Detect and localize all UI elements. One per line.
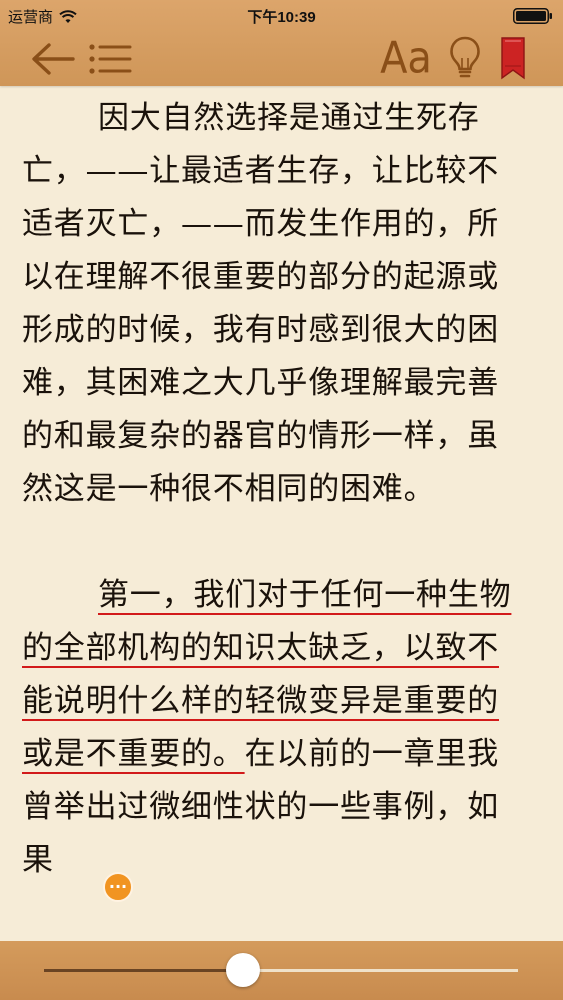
list-icon xyxy=(89,44,132,74)
paragraph-2: 第一，我们对于任何一种生物的全部机构的知识太缺乏，以致不能说明什么样的轻微变异是… xyxy=(22,569,522,887)
progress-slider-track[interactable] xyxy=(44,953,518,987)
table-of-contents-button[interactable] xyxy=(84,40,134,78)
font-settings-button[interactable]: Aa xyxy=(378,34,434,82)
back-button[interactable] xyxy=(28,38,76,80)
bookmark-icon xyxy=(501,37,525,80)
progress-slider-thumb[interactable] xyxy=(226,953,261,987)
status-time: 下午10:39 xyxy=(247,9,316,26)
brightness-button[interactable] xyxy=(446,34,484,82)
back-arrow-icon xyxy=(32,43,75,75)
battery-icon xyxy=(513,8,552,24)
font-size-label: Aa xyxy=(380,32,432,84)
top-toolbar: 运营商 下午10:39 Aa xyxy=(0,0,563,86)
lightbulb-icon xyxy=(450,36,480,78)
note-marker-button[interactable]: ··· xyxy=(103,872,133,902)
bookmark-button[interactable] xyxy=(496,34,530,82)
paragraph-1: 因大自然选择是通过生死存亡，——让最适者生存，让比较不适者灭亡，——而发生作用的… xyxy=(22,100,499,507)
bottom-toolbar xyxy=(0,941,563,1000)
status-bar: 运营商 下午10:39 xyxy=(0,0,563,30)
progress-slider-fill xyxy=(44,969,244,972)
reading-area[interactable]: 因大自然选择是通过生死存亡，——让最适者生存，让比较不适者灭亡，——而发生作用的… xyxy=(22,92,522,887)
